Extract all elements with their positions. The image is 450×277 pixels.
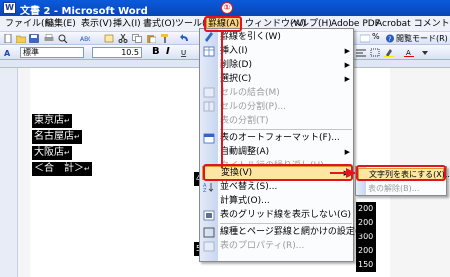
new-document-icon[interactable] <box>3 34 13 43</box>
open-folder-icon[interactable] <box>16 34 26 43</box>
submenu-arrow-icon: ▶ <box>344 148 350 156</box>
return-mark: ↵ <box>64 149 70 157</box>
annotation-box-table-menu <box>204 16 242 32</box>
svg-text:ABC: ABC <box>80 36 90 43</box>
gridlines-icon <box>203 210 215 221</box>
selected-cell-4[interactable]: ＜合 計＞↵ <box>32 162 92 176</box>
selected-cell-2[interactable]: 名古屋店↵ <box>32 130 82 144</box>
submenu-item-table-to-text: 表の解除(B)... <box>368 184 420 193</box>
cut-icon[interactable] <box>118 34 128 43</box>
svg-text:A: A <box>406 49 411 57</box>
copy-icon[interactable] <box>132 34 142 43</box>
menu-separator <box>220 129 352 130</box>
menu-item-hide-gridlines[interactable]: 表のグリッド線を表示しない(G) <box>220 208 352 222</box>
svg-text:U: U <box>181 49 186 57</box>
font-color-icon[interactable]: A <box>404 48 414 57</box>
right-value-1[interactable]: 200 <box>356 202 376 216</box>
table-properties-icon <box>203 241 215 252</box>
annotation-box-text-to-table <box>356 165 446 181</box>
spelling-icon[interactable]: ABC <box>80 34 90 43</box>
cell-text-osaka: 大阪店 <box>34 147 64 158</box>
selected-cell-1[interactable]: 東京店↵ <box>32 114 72 128</box>
menu-view[interactable]: 表示(V) <box>80 17 113 31</box>
annotation-arrow-line <box>221 32 223 168</box>
save-icon[interactable] <box>29 34 39 43</box>
menu-item-autoformat[interactable]: 表のオートフォーマット(F)... <box>220 131 352 145</box>
return-mark: ↵ <box>84 165 90 173</box>
cell-text-total: ＜合 計＞ <box>34 163 84 174</box>
annotation-arrowhead-icon <box>346 168 356 178</box>
menu-item-formula[interactable]: 計算式(O)... <box>220 194 352 208</box>
zoom-percent[interactable]: % <box>372 32 380 41</box>
menu-item-delete[interactable]: 削除(D) ▶ <box>220 58 352 72</box>
menu-item-split-cells: セルの分割(P)... <box>220 102 287 112</box>
zoom-icon[interactable] <box>360 34 370 43</box>
dropdown-arrow-icon[interactable] <box>420 48 430 57</box>
research-icon[interactable] <box>104 34 114 43</box>
paste-icon[interactable] <box>146 34 156 43</box>
align-icon[interactable] <box>356 48 366 57</box>
reading-mode-button[interactable]: 閲覧モード(R) <box>396 33 448 44</box>
autoformat-icon <box>203 133 215 144</box>
submenu-arrow-icon: ▶ <box>344 75 350 83</box>
selected-cell-3[interactable]: 大阪店↵ <box>32 146 72 160</box>
menu-acrobat-comments[interactable]: Acrobat コメント(C) <box>375 17 450 31</box>
style-select[interactable]: 標準 <box>20 47 84 58</box>
menu-item-insert[interactable]: 挿入(I) ▶ <box>220 44 352 58</box>
step-number-badge: ① <box>221 2 233 14</box>
menu-item-merge-cells: セルの結合(M) <box>220 88 280 98</box>
menu-edit[interactable]: 編集(E) <box>44 17 77 31</box>
svg-text:?: ? <box>388 36 391 43</box>
border-icon[interactable] <box>370 48 380 57</box>
window-title: 文書 2 - Microsoft Word <box>20 6 148 17</box>
print-icon[interactable] <box>44 34 54 43</box>
merge-cells-icon <box>203 87 215 98</box>
highlight-icon[interactable] <box>384 48 394 57</box>
submenu-arrow-icon: ▶ <box>344 61 350 69</box>
cell-text-nagoya: 名古屋店 <box>34 131 74 142</box>
cell-text-tokyo: 東京店 <box>34 115 64 126</box>
format-painter-icon[interactable] <box>160 34 170 43</box>
print-preview-icon[interactable] <box>58 34 68 43</box>
menu-item-autofit[interactable]: 自動調整(A) ▶ <box>220 145 352 159</box>
italic-button[interactable]: I <box>166 46 170 57</box>
vertical-ruler[interactable] <box>0 68 18 277</box>
menu-item-table-properties: 表のプロパティ(R)... <box>220 241 305 251</box>
menu-format[interactable]: 書式(O) <box>142 17 176 31</box>
submenu-arrow-icon: ▶ <box>344 47 350 55</box>
underline-icon[interactable]: U <box>180 48 190 57</box>
font-size-select[interactable]: 10.5 <box>92 47 142 58</box>
menu-item-draw-table[interactable]: 罫線を引く(W) <box>220 30 352 44</box>
menu-insert[interactable]: 挿入(I) <box>112 17 142 31</box>
svg-text:Z: Z <box>203 188 207 193</box>
split-cells-icon <box>203 101 215 112</box>
menu-separator <box>220 223 352 224</box>
menu-item-sort[interactable]: 並べ替え(S)... <box>220 180 352 194</box>
bold-button[interactable]: B <box>152 46 160 57</box>
undo-icon[interactable] <box>180 34 190 43</box>
draw-table-icon <box>205 32 213 42</box>
menu-item-borders-shading[interactable]: 線種とページ罫線と網かけの設定(B)... <box>220 225 377 239</box>
sort-icon: AZ <box>203 183 214 193</box>
return-mark: ↵ <box>74 133 80 141</box>
return-mark: ↵ <box>64 117 70 125</box>
insert-table-icon <box>203 46 215 57</box>
svg-text:A: A <box>4 49 11 57</box>
help-icon[interactable]: ? <box>385 34 395 43</box>
styles-pane-icon[interactable]: A <box>4 48 14 57</box>
menu-item-split-table: 表の分割(T) <box>220 116 269 126</box>
borders-shading-icon <box>203 227 215 238</box>
right-value-4[interactable]: 200 <box>356 244 376 258</box>
menu-item-select[interactable]: 選択(C) ▶ <box>220 72 352 86</box>
right-value-5[interactable]: 150 <box>356 258 376 272</box>
word-app-icon: W <box>3 2 16 14</box>
